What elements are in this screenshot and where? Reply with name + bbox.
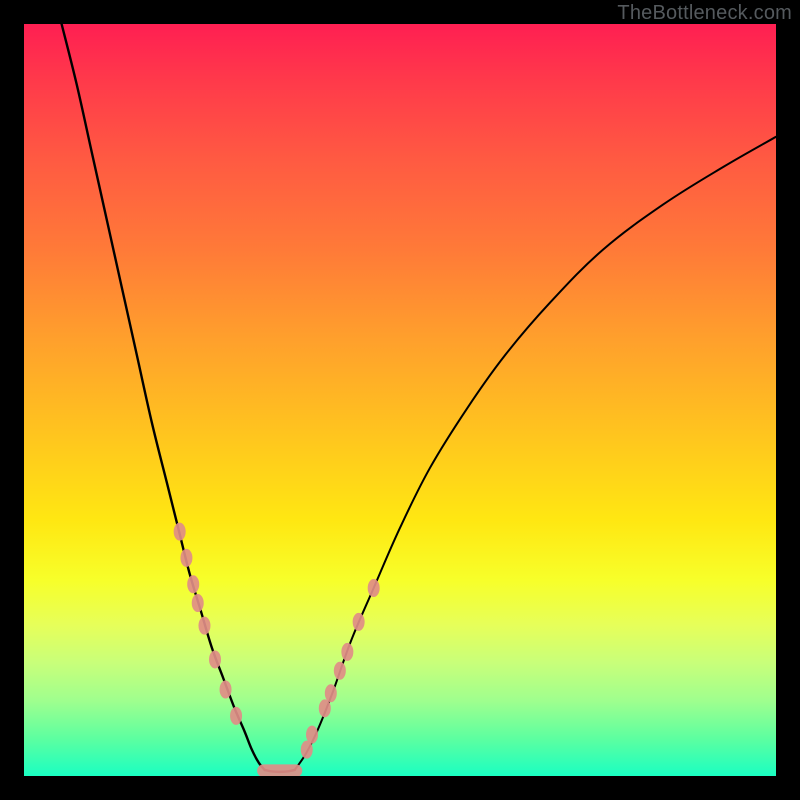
marker-point	[198, 617, 210, 635]
marker-point	[319, 699, 331, 717]
curve-layer	[62, 24, 776, 772]
watermark-text: TheBottleneck.com	[617, 2, 792, 25]
marker-point	[230, 707, 242, 725]
marker-point	[180, 549, 192, 567]
series-left-curve	[62, 24, 265, 770]
series-right-curve	[295, 137, 776, 770]
marker-point	[192, 594, 204, 612]
marker-point	[368, 579, 380, 597]
marker-point	[341, 643, 353, 661]
outer-frame: TheBottleneck.com	[0, 0, 800, 800]
marker-point	[334, 662, 346, 680]
marker-point	[325, 684, 337, 702]
marker-point	[353, 613, 365, 631]
marker-point	[187, 575, 199, 593]
chart-svg	[24, 24, 776, 776]
marker-layer	[174, 523, 380, 776]
plot-area	[24, 24, 776, 776]
marker-point	[174, 523, 186, 541]
marker-capsule	[257, 764, 302, 776]
marker-point	[209, 650, 221, 668]
marker-point	[220, 681, 232, 699]
marker-point	[306, 726, 318, 744]
